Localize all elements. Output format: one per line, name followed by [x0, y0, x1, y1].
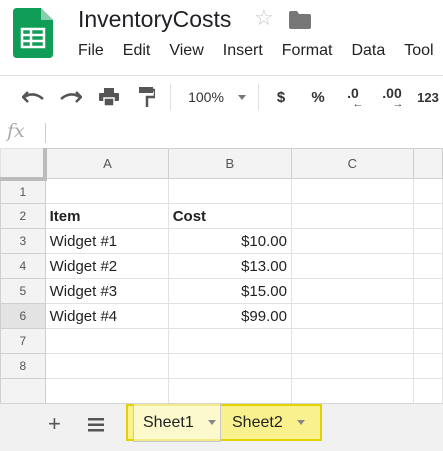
- cell-a2[interactable]: Item: [44, 203, 169, 229]
- row-header[interactable]: 4: [0, 253, 46, 279]
- cell-b7[interactable]: [167, 328, 292, 354]
- cell-a3[interactable]: Widget #1: [44, 228, 169, 254]
- fx-icon: fx: [7, 120, 25, 142]
- cell-c6[interactable]: [290, 303, 414, 329]
- sheet-tab-sheet1[interactable]: Sheet1: [133, 404, 221, 442]
- menu-view[interactable]: View: [169, 42, 203, 60]
- increase-decimal-button[interactable]: .00 →: [375, 76, 409, 118]
- chevron-down-icon: [237, 94, 246, 100]
- print-icon[interactable]: [94, 76, 124, 118]
- cell-b4[interactable]: $13.00: [167, 253, 292, 279]
- toolbar-divider: [258, 84, 259, 110]
- cell[interactable]: [44, 378, 169, 403]
- row-header[interactable]: 7: [0, 328, 46, 354]
- cell-c2[interactable]: [290, 203, 414, 229]
- cell-c8[interactable]: [290, 353, 414, 379]
- cell-d7[interactable]: [412, 328, 443, 354]
- cell-a1[interactable]: [44, 178, 169, 204]
- redo-icon[interactable]: [56, 76, 86, 118]
- cell-a6[interactable]: Widget #4: [44, 303, 169, 329]
- add-sheet-icon[interactable]: +: [48, 413, 61, 435]
- arrow-right-icon: →: [392, 98, 404, 110]
- column-header-c[interactable]: C: [290, 148, 414, 179]
- percent-format-button[interactable]: %: [307, 76, 329, 118]
- cell-c7[interactable]: [290, 328, 414, 354]
- cell[interactable]: [412, 378, 443, 403]
- row-header[interactable]: 2: [0, 203, 46, 229]
- cell[interactable]: [290, 378, 414, 403]
- sheet-tab-label: Sheet2: [232, 413, 283, 431]
- sheet-tab-label: Sheet1: [143, 413, 194, 431]
- cell-b2[interactable]: Cost: [167, 203, 292, 229]
- row-header[interactable]: 1: [0, 178, 46, 204]
- row-header[interactable]: 5: [0, 278, 46, 304]
- menu-data[interactable]: Data: [351, 42, 385, 60]
- cell-b8[interactable]: [167, 353, 292, 379]
- column-header-d[interactable]: [412, 148, 443, 179]
- cell-c5[interactable]: [290, 278, 414, 304]
- cell-c4[interactable]: [290, 253, 414, 279]
- cell-d1[interactable]: [412, 178, 443, 204]
- cell-d8[interactable]: [412, 353, 443, 379]
- paint-format-icon[interactable]: [132, 76, 162, 118]
- zoom-value: 100%: [188, 89, 224, 105]
- cell-c3[interactable]: [290, 228, 414, 254]
- toolbar: 100% $ % .0 ← .00 → 123: [0, 75, 443, 119]
- cell-d5[interactable]: [412, 278, 443, 304]
- menu-bar: File Edit View Insert Format Data Tool: [78, 42, 443, 60]
- cell-d3[interactable]: [412, 228, 443, 254]
- cell-b5[interactable]: $15.00: [167, 278, 292, 304]
- cell-a4[interactable]: Widget #2: [44, 253, 169, 279]
- row-header[interactable]: [0, 378, 46, 403]
- cell-a8[interactable]: [44, 353, 169, 379]
- row-header[interactable]: 8: [0, 353, 46, 379]
- cell-a7[interactable]: [44, 328, 169, 354]
- formula-divider: [45, 123, 46, 143]
- cell-d6[interactable]: [412, 303, 443, 329]
- formula-bar: fx: [0, 118, 443, 149]
- document-title[interactable]: InventoryCosts: [78, 6, 231, 33]
- more-formats-button[interactable]: 123: [413, 76, 443, 118]
- sheet-tabs-bar: + Sheet1 Sheet2: [0, 403, 443, 451]
- menu-insert[interactable]: Insert: [223, 42, 263, 60]
- menu-edit[interactable]: Edit: [123, 42, 151, 60]
- cell-a5[interactable]: Widget #3: [44, 278, 169, 304]
- menu-file[interactable]: File: [78, 42, 104, 60]
- app-header: InventoryCosts ☆ File Edit View Insert F…: [0, 0, 443, 75]
- cell-b6[interactable]: $99.00: [167, 303, 292, 329]
- sheets-logo-icon[interactable]: [13, 8, 53, 58]
- toolbar-divider: [170, 84, 171, 110]
- arrow-left-icon: ←: [352, 98, 364, 110]
- chevron-down-icon[interactable]: [207, 420, 216, 425]
- cell-b1[interactable]: [167, 178, 292, 204]
- folder-icon[interactable]: [289, 11, 311, 29]
- currency-format-button[interactable]: $: [270, 76, 292, 118]
- spreadsheet-grid: A B C 1 2 Item Cost 3 Widget #1 $10.00 4…: [0, 148, 443, 403]
- column-header-b[interactable]: B: [167, 148, 292, 179]
- cell[interactable]: [167, 378, 292, 403]
- menu-tools[interactable]: Tool: [404, 42, 433, 60]
- cell-d4[interactable]: [412, 253, 443, 279]
- all-sheets-menu-icon[interactable]: [88, 418, 104, 432]
- sheet-tab-sheet2[interactable]: Sheet2: [223, 404, 317, 441]
- cell-b3[interactable]: $10.00: [167, 228, 292, 254]
- cell-table: A B C 1 2 Item Cost 3 Widget #1 $10.00 4…: [0, 148, 443, 403]
- row-header[interactable]: 3: [0, 228, 46, 254]
- row-header[interactable]: 6: [0, 303, 46, 329]
- cell-d2[interactable]: [412, 203, 443, 229]
- undo-icon[interactable]: [18, 76, 48, 118]
- chevron-down-icon[interactable]: [296, 420, 305, 425]
- formula-input[interactable]: [52, 118, 437, 147]
- decrease-decimal-button[interactable]: .0 ←: [338, 76, 368, 118]
- cell-c1[interactable]: [290, 178, 414, 204]
- menu-format[interactable]: Format: [282, 42, 333, 60]
- column-header-a[interactable]: A: [44, 148, 169, 179]
- zoom-select[interactable]: 100%: [185, 76, 249, 118]
- select-all-corner[interactable]: [0, 148, 48, 181]
- star-icon[interactable]: ☆: [254, 7, 274, 29]
